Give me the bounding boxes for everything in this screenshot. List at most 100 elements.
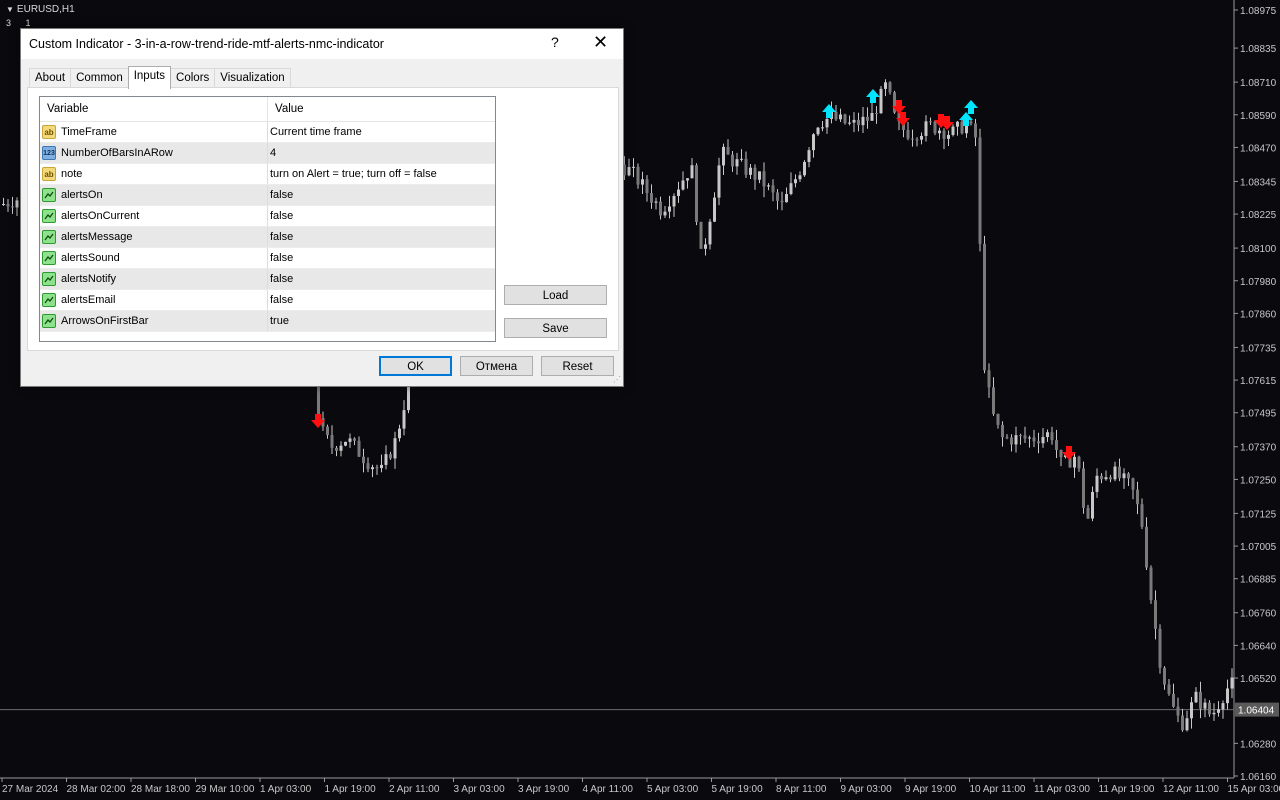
header-variable[interactable]: Variable — [40, 97, 268, 121]
candle-body — [951, 126, 955, 135]
close-icon[interactable]: ✕ — [593, 32, 608, 53]
input-row[interactable]: alertsNotify false — [40, 269, 495, 290]
price-label: 1.07735 — [1240, 343, 1277, 354]
candle-body — [326, 426, 329, 436]
header-value[interactable]: Value — [268, 97, 304, 121]
value-cell[interactable]: false — [268, 231, 293, 243]
value-cell[interactable]: false — [268, 273, 293, 285]
candle-body — [357, 440, 361, 457]
candle-body — [1073, 456, 1076, 468]
candle-body — [677, 189, 680, 196]
candle-body — [956, 121, 959, 127]
candle-body — [645, 179, 649, 193]
input-row[interactable]: ab TimeFrame Current time frame — [40, 122, 495, 143]
candle-body — [402, 410, 406, 429]
time-label: 2 Apr 11:00 — [389, 784, 440, 795]
variable-cell: alertsMessage — [40, 227, 268, 247]
chart-symbol-title: ▼ EURUSD,H1 — [6, 4, 75, 15]
price-label: 1.07125 — [1240, 509, 1277, 520]
value-cell[interactable]: 4 — [268, 147, 276, 159]
candle-body — [695, 165, 698, 222]
input-row[interactable]: alertsOnCurrent false — [40, 206, 495, 227]
custom-indicator-dialog: Custom Indicator - 3-in-a-row-trend-ride… — [20, 28, 624, 387]
variable-name: alertsOnCurrent — [61, 210, 140, 222]
candle-body — [1190, 702, 1193, 719]
time-label: 5 Apr 19:00 — [712, 784, 764, 795]
variable-cell: alertsEmail — [40, 290, 268, 310]
candle-body — [731, 154, 734, 167]
price-label: 1.08345 — [1240, 177, 1277, 188]
value-cell[interactable]: false — [268, 252, 293, 264]
tab-visualization[interactable]: Visualization — [214, 68, 291, 88]
tab-bar: About Common Inputs Colors Visualization — [29, 66, 291, 89]
candle-body — [974, 123, 977, 138]
price-label: 1.07495 — [1240, 409, 1277, 420]
candle-body — [672, 195, 676, 207]
candle-body — [1122, 473, 1126, 479]
price-label: 1.06760 — [1240, 609, 1277, 620]
candle-body — [969, 121, 973, 124]
candle-body — [380, 464, 383, 469]
candle-body — [681, 180, 685, 190]
candle-body — [839, 114, 842, 120]
chart-subwindow-label: 3 1 — [6, 18, 37, 28]
price-label: 1.07370 — [1240, 443, 1277, 454]
inputs-panel: Variable Value ab TimeFrame Current time f… — [27, 87, 619, 351]
tab-about[interactable]: About — [29, 68, 72, 88]
candle-body — [1158, 628, 1162, 668]
input-row[interactable]: alertsOn false — [40, 185, 495, 206]
dialog-titlebar[interactable]: Custom Indicator - 3-in-a-row-trend-ride… — [21, 29, 623, 59]
candle-body — [1203, 702, 1207, 709]
candle-body — [15, 200, 19, 208]
input-row[interactable]: alertsEmail false — [40, 290, 495, 311]
resize-grip-icon[interactable]: ⋰ — [613, 375, 621, 384]
time-label: 3 Apr 03:00 — [454, 784, 506, 795]
candle-body — [335, 447, 338, 451]
input-row[interactable]: ab note turn on Alert = true; turn off = f… — [40, 164, 495, 185]
time-label: 27 Mar 2024 — [2, 784, 59, 795]
candle-body — [1077, 456, 1081, 469]
candle-body — [1185, 718, 1189, 731]
candle-body — [650, 192, 653, 203]
tab-common[interactable]: Common — [70, 68, 129, 88]
candle-body — [758, 171, 761, 180]
input-row[interactable]: alertsSound false — [40, 248, 495, 269]
value-cell[interactable]: false — [268, 210, 293, 222]
bool-type-icon — [42, 251, 56, 265]
value-cell[interactable]: true — [268, 315, 289, 327]
value-cell[interactable]: false — [268, 294, 293, 306]
input-row[interactable]: alertsMessage false — [40, 227, 495, 248]
candle-body — [888, 82, 892, 93]
input-row[interactable]: 123 NumberOfBarsInARow 4 — [40, 143, 495, 164]
save-button[interactable]: Save — [504, 318, 607, 338]
candle-body — [744, 158, 748, 175]
candle-body — [789, 183, 793, 195]
tab-colors[interactable]: Colors — [170, 68, 216, 88]
candle-body — [870, 113, 874, 121]
value-cell[interactable]: turn on Alert = true; turn off = false — [268, 168, 437, 180]
tab-inputs[interactable]: Inputs — [127, 66, 172, 89]
price-label: 1.08835 — [1240, 44, 1277, 55]
cancel-button[interactable]: Отмена — [460, 356, 533, 376]
value-cell[interactable]: Current time frame — [268, 126, 362, 138]
variable-cell: alertsSound — [40, 248, 268, 268]
variable-name: NumberOfBarsInARow — [61, 147, 173, 159]
load-button[interactable]: Load — [504, 285, 607, 305]
reset-button[interactable]: Reset — [541, 356, 614, 376]
time-label: 1 Apr 03:00 — [260, 784, 312, 795]
price-label: 1.08100 — [1240, 244, 1277, 255]
candle-body — [1032, 437, 1036, 442]
current-price-label: 1.06404 — [1238, 706, 1275, 717]
candle-body — [663, 211, 667, 216]
value-cell[interactable]: false — [268, 189, 293, 201]
variable-name: TimeFrame — [61, 126, 117, 138]
candle-body — [780, 200, 784, 203]
string-type-icon: ab — [42, 125, 56, 139]
price-label: 1.07615 — [1240, 376, 1277, 387]
candle-body — [371, 467, 374, 470]
candle-body — [992, 387, 995, 414]
ok-button[interactable]: OK — [379, 356, 452, 376]
help-icon[interactable]: ? — [551, 34, 559, 50]
input-row[interactable]: ArrowsOnFirstBar true — [40, 311, 495, 332]
candle-body — [690, 165, 694, 179]
